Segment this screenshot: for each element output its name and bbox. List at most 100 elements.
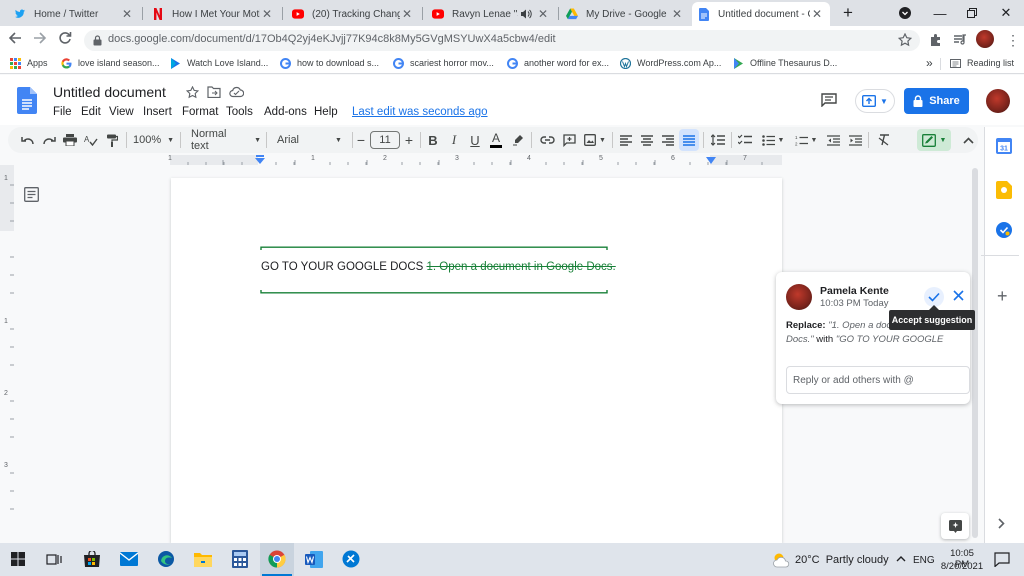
close-icon[interactable]: ✕ bbox=[400, 7, 414, 21]
menu-format[interactable]: Format bbox=[182, 106, 218, 118]
microsoft-edge-icon[interactable] bbox=[154, 547, 178, 571]
star-icon[interactable] bbox=[186, 86, 199, 99]
present-button[interactable]: ▼ bbox=[855, 89, 895, 113]
left-indent-marker[interactable] bbox=[255, 155, 265, 164]
menu-view[interactable]: View bbox=[109, 106, 134, 118]
google-chrome-icon[interactable] bbox=[265, 547, 289, 571]
close-icon[interactable]: ✕ bbox=[536, 7, 550, 21]
add-comment-button[interactable] bbox=[560, 129, 578, 151]
move-folder-icon[interactable] bbox=[207, 86, 221, 98]
last-edit-link[interactable]: Last edit was seconds ago bbox=[352, 106, 488, 118]
notification-center-icon[interactable] bbox=[994, 552, 1010, 567]
tab-netflix[interactable]: How I Met Your Mothe ✕ bbox=[146, 2, 280, 26]
redo-button[interactable] bbox=[40, 129, 58, 151]
get-add-ons-icon[interactable]: + bbox=[997, 287, 1008, 305]
new-tab-button[interactable]: + bbox=[836, 3, 860, 23]
google-docs-logo-icon[interactable] bbox=[17, 87, 37, 114]
bookmark-star-icon[interactable] bbox=[898, 33, 912, 47]
google-keep-icon[interactable] bbox=[996, 181, 1012, 199]
menu-add-ons[interactable]: Add-ons bbox=[264, 106, 307, 118]
hide-menus-button[interactable] bbox=[960, 129, 976, 151]
microsoft-word-icon[interactable] bbox=[302, 547, 326, 571]
share-button[interactable]: Share bbox=[904, 88, 969, 114]
document-body-line[interactable]: GO TO YOUR GOOGLE DOCS 1. Open a documen… bbox=[261, 261, 616, 273]
bookmark-wordpress[interactable]: WordPress.com Ap... bbox=[620, 56, 721, 70]
reply-input[interactable]: Reply or add others with @ bbox=[786, 366, 970, 394]
menu-file[interactable]: File bbox=[53, 106, 72, 118]
tab-youtube-tracking[interactable]: (20) Tracking Changes ✕ bbox=[286, 2, 420, 26]
more-bookmarks-button[interactable]: » bbox=[926, 56, 933, 70]
align-right-button[interactable] bbox=[659, 129, 677, 151]
microsoft-store-icon[interactable] bbox=[80, 547, 104, 571]
accept-suggestion-button[interactable] bbox=[924, 287, 944, 307]
insert-image-button[interactable]: ▼ bbox=[582, 129, 608, 151]
document-outline-button[interactable] bbox=[24, 187, 39, 202]
tab-google-drive[interactable]: My Drive - Google Dri ✕ bbox=[560, 2, 690, 26]
tab-twitter[interactable]: Home / Twitter ✕ bbox=[8, 2, 140, 26]
calculator-app-icon[interactable] bbox=[228, 547, 252, 571]
bookmark-love-island-season[interactable]: love island season... bbox=[61, 56, 160, 70]
weather-text[interactable]: 20°C Partly cloudy bbox=[795, 554, 889, 566]
tab-untitled-document[interactable]: Untitled document - G ✕ bbox=[692, 2, 830, 26]
reject-suggestion-button[interactable] bbox=[953, 290, 964, 301]
bold-button[interactable]: B bbox=[426, 129, 440, 151]
close-window-button[interactable]: ✕ bbox=[994, 3, 1018, 23]
show-side-panel-button[interactable] bbox=[998, 518, 1005, 529]
windows-start-button[interactable] bbox=[6, 547, 30, 571]
google-tasks-icon[interactable] bbox=[996, 222, 1012, 238]
speaker-icon[interactable] bbox=[520, 8, 532, 20]
align-center-button[interactable] bbox=[638, 129, 656, 151]
tab-youtube-ravyn[interactable]: Ravyn Lenae "Spic ✕ bbox=[426, 2, 556, 26]
chevron-up-icon[interactable] bbox=[896, 556, 906, 562]
file-explorer-icon[interactable] bbox=[191, 547, 215, 571]
menu-help[interactable]: Help bbox=[314, 106, 338, 118]
close-icon[interactable]: ✕ bbox=[260, 7, 274, 21]
clock-date[interactable]: 8/20/2021 bbox=[938, 561, 986, 572]
google-calendar-icon[interactable]: 31 bbox=[996, 138, 1012, 154]
italic-button[interactable]: I bbox=[447, 129, 461, 151]
document-page[interactable] bbox=[171, 178, 782, 543]
reading-list-button[interactable]: Reading list bbox=[950, 56, 1014, 70]
decrease-font-size-button[interactable]: − bbox=[354, 129, 368, 151]
document-title[interactable]: Untitled document bbox=[53, 84, 166, 100]
menu-tools[interactable]: Tools bbox=[226, 106, 253, 118]
mail-icon[interactable] bbox=[117, 547, 141, 571]
suggesting-mode-button[interactable]: ▼ bbox=[917, 129, 951, 151]
lock-icon[interactable] bbox=[93, 35, 102, 46]
menu-insert[interactable]: Insert bbox=[143, 106, 172, 118]
extensions-icon[interactable] bbox=[929, 33, 943, 47]
bookmark-offline-thesaurus[interactable]: Offline Thesaurus D... bbox=[733, 56, 837, 70]
insert-link-button[interactable] bbox=[538, 129, 556, 151]
input-language[interactable]: ENG bbox=[913, 555, 935, 566]
tab-search-button[interactable] bbox=[893, 3, 917, 23]
increase-indent-button[interactable] bbox=[846, 129, 864, 151]
paint-format-button[interactable] bbox=[103, 129, 121, 151]
paragraph-style-select[interactable]: Normal text ▼ bbox=[191, 128, 261, 152]
restore-button[interactable] bbox=[960, 3, 984, 23]
decrease-indent-button[interactable] bbox=[824, 129, 842, 151]
align-left-button[interactable] bbox=[617, 129, 635, 151]
print-button[interactable] bbox=[61, 129, 79, 151]
bulleted-list-button[interactable]: ▼ bbox=[759, 129, 787, 151]
bookmark-watch-love-island[interactable]: Watch Love Island... bbox=[170, 56, 268, 70]
comment-history-icon[interactable] bbox=[821, 93, 837, 107]
close-icon[interactable]: ✕ bbox=[810, 7, 824, 21]
bookmark-apps[interactable]: Apps bbox=[10, 56, 48, 70]
vertical-scrollbar[interactable] bbox=[972, 168, 978, 538]
profile-avatar[interactable] bbox=[976, 30, 994, 48]
increase-font-size-button[interactable]: + bbox=[402, 129, 416, 151]
cloud-saved-icon[interactable] bbox=[229, 86, 244, 98]
partly-cloudy-icon[interactable] bbox=[771, 552, 791, 568]
font-select[interactable]: Arial ▼ bbox=[277, 129, 347, 151]
back-button[interactable] bbox=[8, 31, 22, 45]
line-spacing-button[interactable] bbox=[709, 129, 727, 151]
snip-sketch-icon[interactable] bbox=[339, 547, 363, 571]
clear-formatting-button[interactable] bbox=[875, 129, 893, 151]
bookmark-how-to-download[interactable]: how to download s... bbox=[280, 56, 379, 70]
task-view-button[interactable] bbox=[42, 547, 66, 571]
minimize-button[interactable]: — bbox=[928, 3, 952, 23]
checklist-button[interactable] bbox=[736, 129, 754, 151]
bookmark-scariest-horror[interactable]: scariest horror mov... bbox=[393, 56, 494, 70]
url-text[interactable]: docs.google.com/document/d/17Ob4Q2yj4eKJ… bbox=[108, 33, 556, 45]
close-icon[interactable]: ✕ bbox=[670, 7, 684, 21]
